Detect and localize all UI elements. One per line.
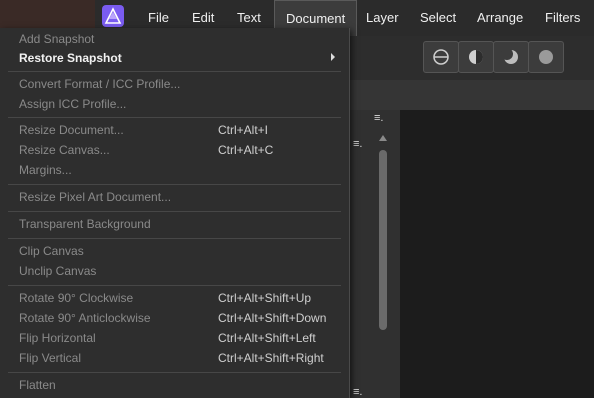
scrollbar-thumb[interactable] <box>379 150 387 330</box>
contrast-icon <box>469 50 483 64</box>
menu-separator <box>8 238 341 239</box>
moon-toggle[interactable] <box>493 41 529 73</box>
menu-filters[interactable]: Filters <box>545 0 580 36</box>
panel-menu-icon[interactable]: ≡. <box>374 112 383 124</box>
menu-item-transparent-background[interactable]: Transparent Background <box>19 215 151 233</box>
document-menu-dropdown: Add Snapshot Restore Snapshot Convert Fo… <box>0 28 350 398</box>
shortcut-flip-horizontal: Ctrl+Alt+Shift+Left <box>218 331 316 345</box>
menu-item-resize-document[interactable]: Resize Document... <box>19 121 124 139</box>
canvas-area <box>400 110 594 398</box>
menu-item-restore-snapshot[interactable]: Restore Snapshot <box>19 49 122 67</box>
contrast-toggle[interactable] <box>458 41 494 73</box>
menu-separator <box>8 71 341 72</box>
menu-separator <box>8 372 341 373</box>
menu-item-flip-horizontal[interactable]: Flip Horizontal <box>19 329 96 347</box>
affinity-photo-logo-icon[interactable] <box>102 5 124 27</box>
menu-item-rotate-clockwise[interactable]: Rotate 90° Clockwise <box>19 289 133 307</box>
layers-panel <box>348 110 400 398</box>
split-view-icon <box>433 49 449 65</box>
window-corner <box>0 0 95 28</box>
shortcut-flip-vertical: Ctrl+Alt+Shift+Right <box>218 351 324 365</box>
menu-separator <box>8 211 341 212</box>
shortcut-resize-canvas: Ctrl+Alt+C <box>218 143 274 157</box>
menu-item-convert-format[interactable]: Convert Format / ICC Profile... <box>19 75 180 93</box>
shortcut-rotate-clockwise: Ctrl+Alt+Shift+Up <box>218 291 312 305</box>
scroll-up-arrow[interactable] <box>379 135 387 141</box>
panel-menu-icon[interactable]: ≡. <box>353 386 362 398</box>
menu-arrange[interactable]: Arrange <box>477 0 523 36</box>
chevron-right-icon <box>331 53 335 61</box>
menu-item-resize-canvas[interactable]: Resize Canvas... <box>19 141 110 159</box>
shortcut-rotate-anticlockwise: Ctrl+Alt+Shift+Down <box>218 311 327 325</box>
moon-icon <box>501 48 518 64</box>
menu-separator <box>8 184 341 185</box>
menu-item-flatten[interactable]: Flatten <box>19 376 56 394</box>
menu-item-unclip-canvas[interactable]: Unclip Canvas <box>19 262 96 280</box>
menu-item-rotate-anticlockwise[interactable]: Rotate 90° Anticlockwise <box>19 309 151 327</box>
menu-item-margins[interactable]: Margins... <box>19 161 72 179</box>
menu-separator <box>8 285 341 286</box>
menu-item-clip-canvas[interactable]: Clip Canvas <box>19 242 84 260</box>
shortcut-resize-document: Ctrl+Alt+I <box>218 123 269 137</box>
split-view-toggle[interactable] <box>423 41 459 73</box>
sphere-toggle[interactable] <box>528 41 564 73</box>
menu-item-assign-icc[interactable]: Assign ICC Profile... <box>19 95 126 113</box>
menu-select[interactable]: Select <box>420 0 456 36</box>
menu-separator <box>8 117 341 118</box>
sphere-icon <box>539 50 553 64</box>
menu-item-resize-pixel-art[interactable]: Resize Pixel Art Document... <box>19 188 171 206</box>
menu-item-flip-vertical[interactable]: Flip Vertical <box>19 349 81 367</box>
menu-layer[interactable]: Layer <box>366 0 399 36</box>
panel-menu-icon[interactable]: ≡. <box>353 138 362 150</box>
menu-item-add-snapshot[interactable]: Add Snapshot <box>19 30 94 48</box>
